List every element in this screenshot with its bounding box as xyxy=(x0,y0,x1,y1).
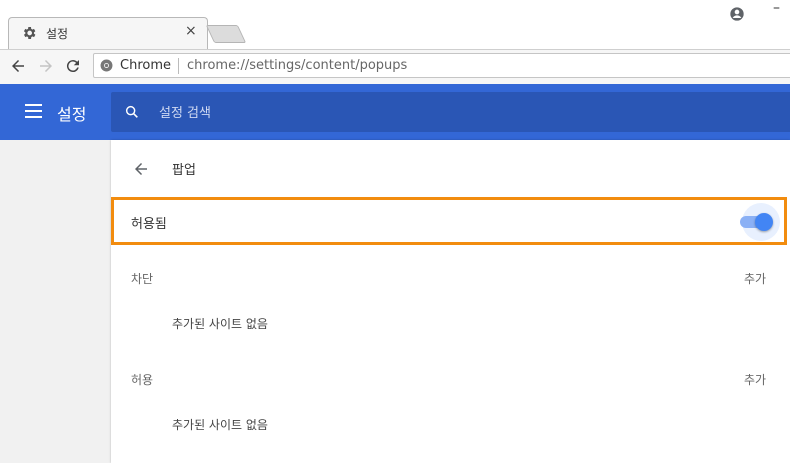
allow-add-button[interactable]: 추가 xyxy=(744,371,766,388)
separator xyxy=(178,58,179,74)
settings-header: 설정 xyxy=(0,84,790,140)
back-arrow-icon[interactable] xyxy=(132,160,150,178)
toggle-knob xyxy=(755,213,773,231)
search-input[interactable] xyxy=(157,102,661,124)
tab-title: 설정 xyxy=(46,27,69,41)
tab-strip: 설정 × – xyxy=(0,0,790,49)
allowed-label: 허용됨 xyxy=(131,217,167,232)
address-bar[interactable]: Chrome chrome://settings/content/popups xyxy=(93,53,790,78)
tab-settings[interactable]: 설정 × xyxy=(8,17,208,49)
gear-icon xyxy=(23,27,36,39)
allow-section-label: 허용 xyxy=(131,373,154,387)
search-icon xyxy=(125,105,138,118)
settings-title: 설정 xyxy=(57,105,87,124)
blocked-add-button[interactable]: 추가 xyxy=(744,270,766,287)
site-chip: Chrome xyxy=(120,58,171,73)
back-icon[interactable] xyxy=(9,57,27,75)
tab-close-button[interactable]: × xyxy=(185,23,197,39)
allowed-row[interactable]: 허용됨 xyxy=(111,197,787,245)
minimize-button[interactable]: – xyxy=(773,0,780,16)
search-box[interactable] xyxy=(111,92,790,132)
chrome-icon xyxy=(100,59,113,72)
reload-icon[interactable] xyxy=(64,57,82,75)
url-text[interactable]: chrome://settings/content/popups xyxy=(187,58,407,73)
new-tab-button[interactable] xyxy=(205,25,247,43)
page-title: 팝업 xyxy=(172,163,196,178)
allowed-toggle[interactable] xyxy=(737,203,780,241)
popups-card: 팝업 허용됨 차단 추가 추가된 사이트 없음 허용 추가 추가된 사이트 없음 xyxy=(111,140,790,463)
blocked-empty-text: 추가된 사이트 없음 xyxy=(172,317,268,331)
forward-icon[interactable] xyxy=(37,57,55,75)
blocked-section-label: 차단 xyxy=(131,272,154,286)
browser-toolbar: Chrome chrome://settings/content/popups xyxy=(0,49,790,84)
menu-icon[interactable] xyxy=(25,104,42,118)
profile-icon[interactable] xyxy=(729,6,745,22)
allow-empty-text: 추가된 사이트 없음 xyxy=(172,418,268,432)
